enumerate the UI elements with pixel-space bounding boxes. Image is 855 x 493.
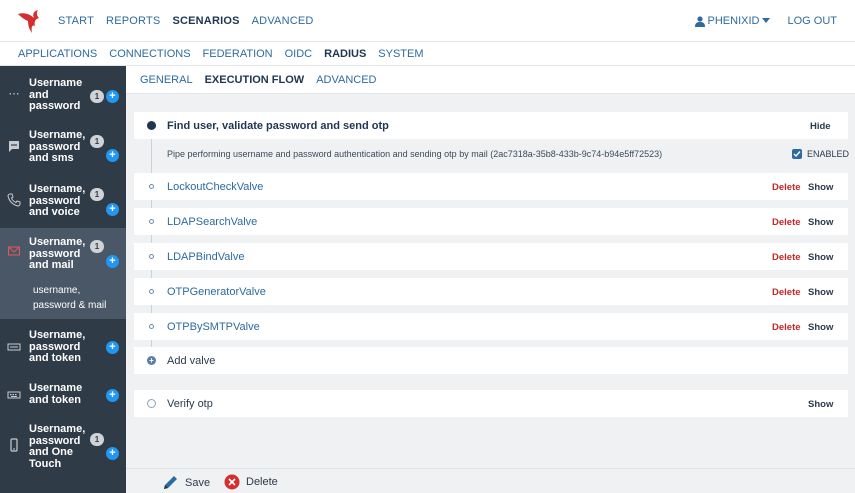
sidebar-item-username-password-onetouch[interactable]: Username, password and One Touch 1 +	[0, 423, 126, 493]
nav-advanced[interactable]: ADVANCED	[252, 15, 314, 27]
sidebar-item-username-password-token[interactable]: Username, password and token +	[0, 322, 126, 374]
valve-row: OTPGeneratorValve Delete Show	[134, 278, 848, 305]
add-valve-row[interactable]: + Add valve	[134, 347, 848, 374]
pipe-title: Verify otp	[167, 398, 213, 410]
show-valve-link[interactable]: Show	[808, 182, 833, 193]
mail-icon	[8, 246, 20, 256]
sidebar-item-username-token[interactable]: Username and token +	[0, 376, 126, 424]
delete-button[interactable]: Delete	[224, 474, 278, 490]
sidebar-item-username-password-voice[interactable]: Username, password and voice 1 +	[0, 176, 126, 228]
subnav-federation[interactable]: FEDERATION	[203, 48, 273, 60]
valve-node-icon	[149, 324, 154, 329]
pipe-node-icon	[147, 399, 156, 408]
valve-node-icon	[149, 289, 154, 294]
nav-reports[interactable]: REPORTS	[106, 15, 160, 27]
sidebar-item-username-password[interactable]: ⋯ Username and password 1 +	[0, 66, 126, 120]
enabled-toggle[interactable]: ENABLED	[792, 149, 849, 159]
show-pipe-link[interactable]: Show	[808, 399, 833, 410]
dots-icon: ⋯	[8, 87, 20, 100]
add-valve-plus-icon[interactable]: +	[147, 356, 156, 365]
delete-valve-link[interactable]: Delete	[772, 287, 801, 298]
pencil-icon	[164, 476, 177, 489]
valve-name[interactable]: OTPGeneratorValve	[167, 286, 266, 298]
subnav-applications[interactable]: APPLICATIONS	[18, 48, 97, 60]
tab-advanced[interactable]: ADVANCED	[316, 74, 376, 86]
show-valve-link[interactable]: Show	[808, 252, 833, 263]
valve-row: OTPBySMTPValve Delete Show	[134, 313, 848, 340]
delete-circle-icon	[224, 474, 240, 490]
token-icon	[7, 343, 21, 351]
pipe-header: Find user, validate password and send ot…	[134, 112, 848, 139]
enabled-checkbox[interactable]	[792, 149, 802, 159]
user-area: PHENIXID LOG OUT	[694, 0, 837, 42]
valve-name[interactable]: LDAPBindValve	[167, 251, 244, 263]
count-badge: 1	[90, 433, 104, 446]
valve-name[interactable]: OTPBySMTPValve	[167, 321, 260, 333]
nav-scenarios[interactable]: SCENARIOS	[172, 15, 239, 27]
scenario-sidebar: ⋯ Username and password 1 + Username, pa…	[0, 66, 126, 493]
add-plus-icon[interactable]: +	[106, 203, 119, 216]
count-badge: 1	[90, 188, 104, 201]
tab-execution-flow[interactable]: EXECUTION FLOW	[205, 74, 305, 86]
user-menu[interactable]: PHENIXID	[694, 15, 774, 27]
nav-start[interactable]: START	[58, 15, 94, 27]
valve-node-icon	[149, 254, 154, 259]
sms-icon	[9, 141, 19, 152]
sidebar-item-username-password-sms[interactable]: Username, password and sms 1 +	[0, 122, 126, 174]
check-icon	[793, 151, 801, 158]
valve-node-icon	[149, 184, 154, 189]
subnav-system[interactable]: SYSTEM	[378, 48, 423, 60]
action-footer: Save Delete	[126, 468, 855, 493]
count-badge: 1	[90, 135, 104, 148]
username-label: PHENIXID	[707, 15, 760, 27]
phoenix-logo-icon[interactable]	[16, 8, 42, 34]
subnav-oidc[interactable]: OIDC	[285, 48, 313, 60]
sub-navbar: APPLICATIONS CONNECTIONS FEDERATION OIDC…	[0, 42, 855, 66]
logout-link[interactable]: LOG OUT	[787, 15, 837, 27]
delete-valve-link[interactable]: Delete	[772, 182, 801, 193]
valve-row: LDAPBindValve Delete Show	[134, 243, 848, 270]
caret-down-icon	[762, 18, 771, 23]
top-navbar: START REPORTS SCENARIOS ADVANCED PHENIXI…	[0, 0, 855, 42]
scenario-tabs: GENERAL EXECUTION FLOW ADVANCED	[126, 66, 855, 94]
mobile-icon	[10, 438, 18, 452]
hide-link[interactable]: Hide	[810, 121, 831, 132]
show-valve-link[interactable]: Show	[808, 287, 833, 298]
add-plus-icon[interactable]: +	[106, 389, 119, 402]
subnav-connections[interactable]: CONNECTIONS	[109, 48, 190, 60]
add-plus-icon[interactable]: +	[106, 90, 119, 103]
pipe-node-icon	[147, 121, 156, 130]
pipe-title: Find user, validate password and send ot…	[167, 120, 389, 132]
sub-menu: APPLICATIONS CONNECTIONS FEDERATION OIDC…	[12, 42, 430, 66]
enabled-label: ENABLED	[807, 149, 850, 159]
save-button[interactable]: Save	[162, 474, 210, 491]
main-menu: START REPORTS SCENARIOS ADVANCED	[52, 0, 320, 42]
show-valve-link[interactable]: Show	[808, 217, 833, 228]
add-plus-icon[interactable]: +	[106, 341, 119, 354]
valve-node-icon	[149, 219, 154, 224]
valve-name[interactable]: LDAPSearchValve	[167, 216, 257, 228]
verify-otp-row: Verify otp Show	[134, 390, 848, 417]
valve-name[interactable]: LockoutCheckValve	[167, 181, 263, 193]
delete-valve-link[interactable]: Delete	[772, 252, 801, 263]
add-plus-icon[interactable]: +	[106, 255, 119, 268]
show-valve-link[interactable]: Show	[808, 322, 833, 333]
phone-icon	[7, 193, 21, 207]
tab-general[interactable]: GENERAL	[140, 74, 193, 86]
valve-row: LDAPSearchValve Delete Show	[134, 208, 848, 235]
subnav-radius[interactable]: RADIUS	[324, 48, 366, 60]
sidebar-item-username-password-mail[interactable]: Username, password and mail 1 + username…	[0, 228, 126, 319]
delete-valve-link[interactable]: Delete	[772, 322, 801, 333]
count-badge: 1	[90, 240, 104, 253]
valve-row: LockoutCheckValve Delete Show	[134, 173, 848, 200]
sidebar-subitem[interactable]: username, password & mail	[33, 283, 106, 313]
keyboard-icon	[7, 391, 21, 399]
add-valve-label[interactable]: Add valve	[167, 355, 215, 367]
add-plus-icon[interactable]: +	[106, 149, 119, 162]
add-plus-icon[interactable]: +	[106, 447, 119, 460]
pipe-description: Pipe performing username and password au…	[167, 149, 663, 159]
user-icon	[694, 15, 705, 27]
count-badge: 1	[90, 90, 104, 103]
delete-valve-link[interactable]: Delete	[772, 217, 801, 228]
